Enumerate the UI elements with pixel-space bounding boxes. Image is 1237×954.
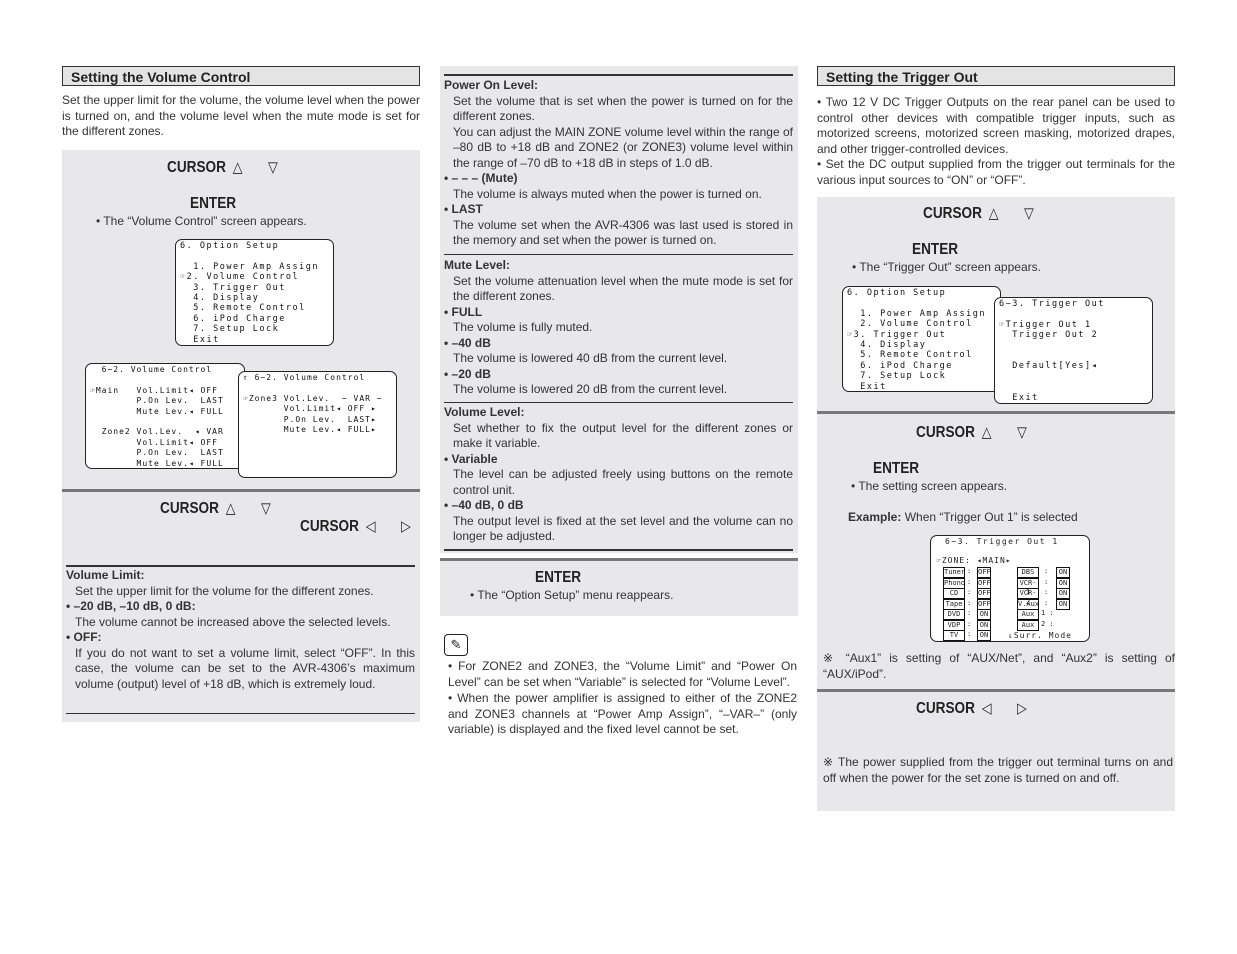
source-label: Phono bbox=[943, 577, 966, 589]
separator: : bbox=[967, 609, 972, 617]
enter-key: ENTER bbox=[190, 195, 237, 212]
divider bbox=[444, 549, 793, 551]
manual-page: Setting the Volume Control Set the upper… bbox=[0, 0, 1237, 954]
divider bbox=[444, 254, 793, 255]
step-note: • The “Option Setup” menu reappears. bbox=[470, 588, 674, 602]
trigger-value: ON bbox=[1056, 577, 1070, 589]
option-setup-screen: 6. Option Setup 1. Power Amp Assign 2. V… bbox=[842, 286, 1001, 392]
screen-title: 6−3. Trigger Out 1 bbox=[945, 537, 1059, 546]
trigger-value: ON bbox=[977, 630, 991, 641]
cursor-key-lr: CURSOR ◁ ▷ bbox=[300, 518, 411, 535]
enter-key: ENTER bbox=[873, 460, 920, 477]
separator: : bbox=[967, 577, 972, 586]
separator: : bbox=[967, 598, 972, 607]
divider bbox=[440, 558, 798, 561]
enter-key: ENTER bbox=[912, 241, 959, 258]
aux-index: 1 : bbox=[1041, 609, 1054, 617]
divider bbox=[444, 402, 793, 403]
divider bbox=[817, 411, 1175, 414]
separator: : bbox=[967, 619, 972, 628]
source-label: Tape bbox=[943, 598, 965, 610]
mute-level: Mute Level: Set the volume attenuation l… bbox=[444, 258, 793, 396]
source-label: Aux bbox=[1017, 609, 1039, 620]
trigger-value: ON bbox=[977, 609, 991, 620]
volume-control-screen-2: ⇑ 6−2. Volume Control ☞Zone3 Vol.Lev. − … bbox=[238, 371, 397, 478]
trigger-value: OFF bbox=[977, 577, 991, 589]
source-label: VDP bbox=[943, 619, 965, 631]
separator: : bbox=[967, 567, 972, 575]
notes: • For ZONE2 and ZONE3, the “Volume Limit… bbox=[448, 659, 797, 736]
source-label: V.Aux bbox=[1017, 598, 1040, 610]
cursor-key-lr: CURSOR ◁ ▷ bbox=[916, 700, 1027, 717]
source-label: Tuner bbox=[943, 567, 966, 578]
volume-level: Volume Level: Set whether to fix the out… bbox=[444, 405, 793, 543]
source-label: TV bbox=[943, 630, 965, 641]
source-label: VCR-2 bbox=[1017, 588, 1039, 606]
cursor-key: CURSOR △ ▽ bbox=[916, 424, 1027, 441]
trigger-value: ON bbox=[1056, 598, 1070, 610]
section-title-volume-control: Setting the Volume Control bbox=[62, 66, 420, 86]
power-on-level: Power On Level: Set the volume that is s… bbox=[444, 78, 793, 247]
trigger-value: OFF bbox=[977, 588, 991, 599]
zone-selector: ☞ZONE: ◂MAIN▸ bbox=[936, 556, 1012, 565]
source-label: CD bbox=[943, 588, 965, 599]
cursor-key: CURSOR △ ▽ bbox=[923, 205, 1034, 222]
option-setup-screen: 6. Option Setup 1. Power Amp Assign ☞2. … bbox=[175, 239, 334, 346]
separator: : bbox=[1044, 588, 1049, 596]
trigger-value: ON bbox=[1056, 588, 1070, 599]
section-title-trigger-out: Setting the Trigger Out bbox=[817, 66, 1175, 86]
volume-intro: Set the upper limit for the volume, the … bbox=[62, 93, 420, 138]
aux-index: 2 : bbox=[1041, 619, 1054, 628]
divider bbox=[66, 713, 415, 714]
example-caption: Example: When “Trigger Out 1” is selecte… bbox=[848, 510, 1078, 524]
step-note: • The setting screen appears. bbox=[851, 479, 1008, 493]
step-note: • The “Trigger Out” screen appears. bbox=[852, 260, 1041, 274]
divider bbox=[444, 74, 793, 76]
enter-panel bbox=[440, 558, 798, 616]
trigger-out-screen: 6−3. Trigger Out ☞Trigger Out 1 Trigger … bbox=[994, 297, 1153, 404]
surr-mode: ⇓Surr. Mode bbox=[1008, 631, 1072, 640]
source-label: VCR-1 bbox=[1017, 577, 1039, 596]
source-label: DBS bbox=[1017, 567, 1039, 578]
trigger-value: ON bbox=[1056, 567, 1070, 578]
volume-control-screen-1: 6−2. Volume Control ☞Main Vol.Limit◂ OFF… bbox=[85, 363, 245, 469]
cursor-key: CURSOR △ ▽ bbox=[160, 500, 271, 517]
divider bbox=[817, 689, 1175, 692]
source-label: DVD bbox=[943, 609, 965, 620]
enter-key: ENTER bbox=[535, 569, 582, 586]
divider bbox=[62, 489, 420, 492]
aux-note: ※ “Aux1” is setting of “AUX/Net”, and “A… bbox=[823, 651, 1175, 681]
separator: : bbox=[967, 588, 972, 596]
cursor-key: CURSOR △ ▽ bbox=[167, 159, 278, 176]
step-note: • The “Volume Control” screen appears. bbox=[96, 214, 307, 228]
pencil-icon: ✎ bbox=[444, 634, 468, 656]
separator: : bbox=[1044, 567, 1049, 575]
trigger-value: OFF bbox=[977, 567, 991, 578]
power-note: ※ The power supplied from the trigger ou… bbox=[823, 755, 1173, 785]
source-label: Aux bbox=[1017, 619, 1039, 631]
trigger-intro: • Two 12 V DC Trigger Outputs on the rea… bbox=[817, 95, 1175, 187]
separator: : bbox=[1044, 577, 1049, 586]
trigger-out-1-screen: 6−3. Trigger Out 1 ☞ZONE: ◂MAIN▸ ⇓Surr. … bbox=[930, 535, 1090, 642]
separator: : bbox=[967, 630, 972, 638]
separator: : bbox=[1044, 598, 1049, 607]
divider bbox=[66, 565, 415, 567]
volume-limit-description: Volume Limit: Set the upper limit for th… bbox=[66, 568, 415, 691]
trigger-value: OFF bbox=[977, 598, 991, 610]
trigger-value: ON bbox=[977, 619, 991, 631]
